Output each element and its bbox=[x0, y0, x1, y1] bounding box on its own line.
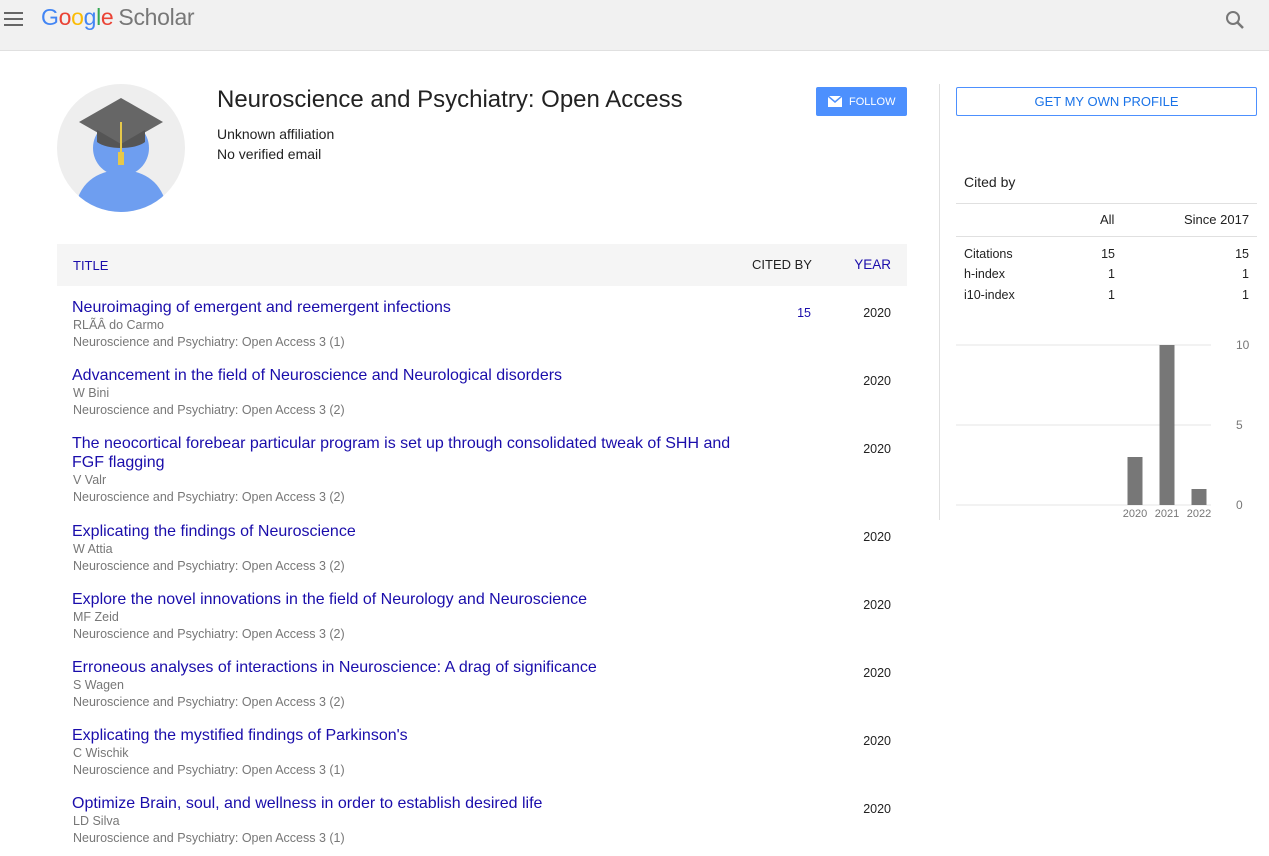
publication-year: 2020 bbox=[863, 802, 891, 816]
publication-authors: C Wischik bbox=[73, 746, 129, 760]
stats-column-since[interactable]: Since 2017 bbox=[1184, 212, 1249, 227]
chart-y-tick-label: 5 bbox=[1236, 418, 1243, 432]
logo-letter: G bbox=[41, 4, 59, 30]
publication-title[interactable]: Explicating the findings of Neuroscience bbox=[72, 522, 742, 541]
publication-year: 2020 bbox=[863, 374, 891, 388]
graduation-cap-avatar-icon bbox=[75, 98, 167, 212]
publication-year: 2020 bbox=[863, 530, 891, 544]
publication-venue: Neuroscience and Psychiatry: Open Access… bbox=[73, 695, 345, 709]
publication-row: Erroneous analyses of interactions in Ne… bbox=[57, 658, 907, 726]
stat-label: Citations bbox=[964, 247, 1013, 261]
sort-by-title[interactable]: TITLE bbox=[73, 258, 108, 273]
publication-title[interactable]: Neuroimaging of emergent and reemergent … bbox=[72, 298, 742, 317]
publication-title[interactable]: Optimize Brain, soul, and wellness in or… bbox=[72, 794, 742, 813]
stats-column-all[interactable]: All bbox=[1100, 212, 1114, 227]
publication-year: 2020 bbox=[863, 306, 891, 320]
publication-authors: S Wagen bbox=[73, 678, 124, 692]
publication-authors: LD Silva bbox=[73, 814, 120, 828]
chart-x-tick-label: 2020 bbox=[1123, 508, 1147, 520]
publication-year: 2020 bbox=[863, 442, 891, 456]
publication-venue: Neuroscience and Psychiatry: Open Access… bbox=[73, 490, 345, 504]
profile-email: No verified email bbox=[217, 146, 322, 162]
publication-authors: W Bini bbox=[73, 386, 110, 400]
publication-row: Advancement in the field of Neuroscience… bbox=[57, 366, 907, 434]
publication-cited-by[interactable]: 15 bbox=[797, 306, 811, 320]
chart-bar[interactable] bbox=[1159, 345, 1175, 505]
logo-letter: e bbox=[100, 4, 114, 30]
publication-venue: Neuroscience and Psychiatry: Open Access… bbox=[73, 403, 345, 417]
profile-affiliation: Unknown affiliation bbox=[217, 126, 335, 142]
logo-letter: g bbox=[83, 4, 97, 30]
follow-button-label: FOLLOW bbox=[849, 95, 896, 108]
stat-value-since: 15 bbox=[1235, 247, 1249, 261]
envelope-icon bbox=[828, 96, 842, 107]
publication-title[interactable]: Explore the novel innovations in the fie… bbox=[72, 590, 742, 609]
stats-divider bbox=[956, 236, 1257, 237]
top-bar: Google Scholar bbox=[0, 0, 1269, 51]
chart-bar[interactable] bbox=[1191, 489, 1207, 505]
publication-venue: Neuroscience and Psychiatry: Open Access… bbox=[73, 627, 345, 641]
stats-row-citations: Citations 15 15 bbox=[956, 247, 1257, 267]
publication-year: 2020 bbox=[863, 598, 891, 612]
publication-year: 2020 bbox=[863, 734, 891, 748]
sort-by-year[interactable]: YEAR bbox=[854, 257, 891, 272]
logo-letter: o bbox=[71, 4, 84, 30]
publication-venue: Neuroscience and Psychiatry: Open Access… bbox=[73, 335, 345, 349]
publication-title[interactable]: Explicating the mystified findings of Pa… bbox=[72, 726, 742, 745]
publication-title[interactable]: Advancement in the field of Neuroscience… bbox=[72, 366, 742, 385]
sort-by-cited[interactable]: CITED BY bbox=[752, 257, 812, 272]
publication-venue: Neuroscience and Psychiatry: Open Access… bbox=[73, 831, 345, 845]
profile-avatar bbox=[57, 84, 185, 212]
publication-authors: V Valr bbox=[73, 473, 107, 487]
publication-row: Explore the novel innovations in the fie… bbox=[57, 590, 907, 658]
logo-product-name: Scholar bbox=[118, 4, 195, 30]
chart-x-tick-label: 2021 bbox=[1155, 508, 1179, 520]
hamburger-menu-icon[interactable] bbox=[4, 10, 24, 28]
publication-title[interactable]: The neocortical forebear particular prog… bbox=[72, 434, 742, 472]
stat-value-all: 1 bbox=[1108, 288, 1115, 302]
google-scholar-logo[interactable]: Google Scholar bbox=[41, 4, 195, 31]
stat-value-all: 15 bbox=[1101, 247, 1115, 261]
stat-value-since: 1 bbox=[1242, 267, 1249, 281]
chart-y-tick-label: 0 bbox=[1236, 498, 1243, 512]
publication-row: Neuroimaging of emergent and reemergent … bbox=[57, 298, 907, 366]
chart-x-tick-label: 2022 bbox=[1187, 508, 1211, 520]
publication-venue: Neuroscience and Psychiatry: Open Access… bbox=[73, 559, 345, 573]
follow-button[interactable]: FOLLOW bbox=[816, 87, 907, 116]
cited-by-title: Cited by bbox=[964, 174, 1016, 190]
citations-per-year-chart: 10 5 0 2020 2021 2022 bbox=[956, 340, 1250, 520]
publications-list: Neuroimaging of emergent and reemergent … bbox=[57, 298, 907, 854]
publication-row: Explicating the mystified findings of Pa… bbox=[57, 726, 907, 794]
stat-label: h-index bbox=[964, 267, 1005, 281]
publication-title[interactable]: Erroneous analyses of interactions in Ne… bbox=[72, 658, 742, 677]
stat-label: i10-index bbox=[964, 288, 1015, 302]
stat-value-since: 1 bbox=[1242, 288, 1249, 302]
column-divider bbox=[939, 84, 940, 520]
publication-authors: MF Zeid bbox=[73, 610, 119, 624]
publication-venue: Neuroscience and Psychiatry: Open Access… bbox=[73, 763, 345, 777]
get-my-own-profile-button[interactable]: GET MY OWN PROFILE bbox=[956, 87, 1257, 116]
publication-authors: W Attia bbox=[73, 542, 113, 556]
publication-year: 2020 bbox=[863, 666, 891, 680]
search-icon[interactable] bbox=[1224, 9, 1246, 31]
stats-divider bbox=[956, 203, 1257, 204]
publications-table-header: TITLE CITED BY YEAR bbox=[57, 244, 907, 286]
stats-row-i10-index: i10-index 1 1 bbox=[956, 288, 1257, 308]
chart-bar[interactable] bbox=[1127, 457, 1143, 505]
publication-authors: RLÃÂ do Carmo bbox=[73, 318, 165, 332]
chart-y-tick-label: 10 bbox=[1236, 340, 1250, 352]
publication-row: Explicating the findings of Neuroscience… bbox=[57, 522, 907, 590]
logo-letter: o bbox=[58, 4, 72, 30]
publication-row: Optimize Brain, soul, and wellness in or… bbox=[57, 794, 907, 854]
stat-value-all: 1 bbox=[1108, 267, 1115, 281]
profile-name: Neuroscience and Psychiatry: Open Access bbox=[217, 86, 683, 113]
publication-row: The neocortical forebear particular prog… bbox=[57, 434, 907, 522]
stats-row-h-index: h-index 1 1 bbox=[956, 267, 1257, 287]
